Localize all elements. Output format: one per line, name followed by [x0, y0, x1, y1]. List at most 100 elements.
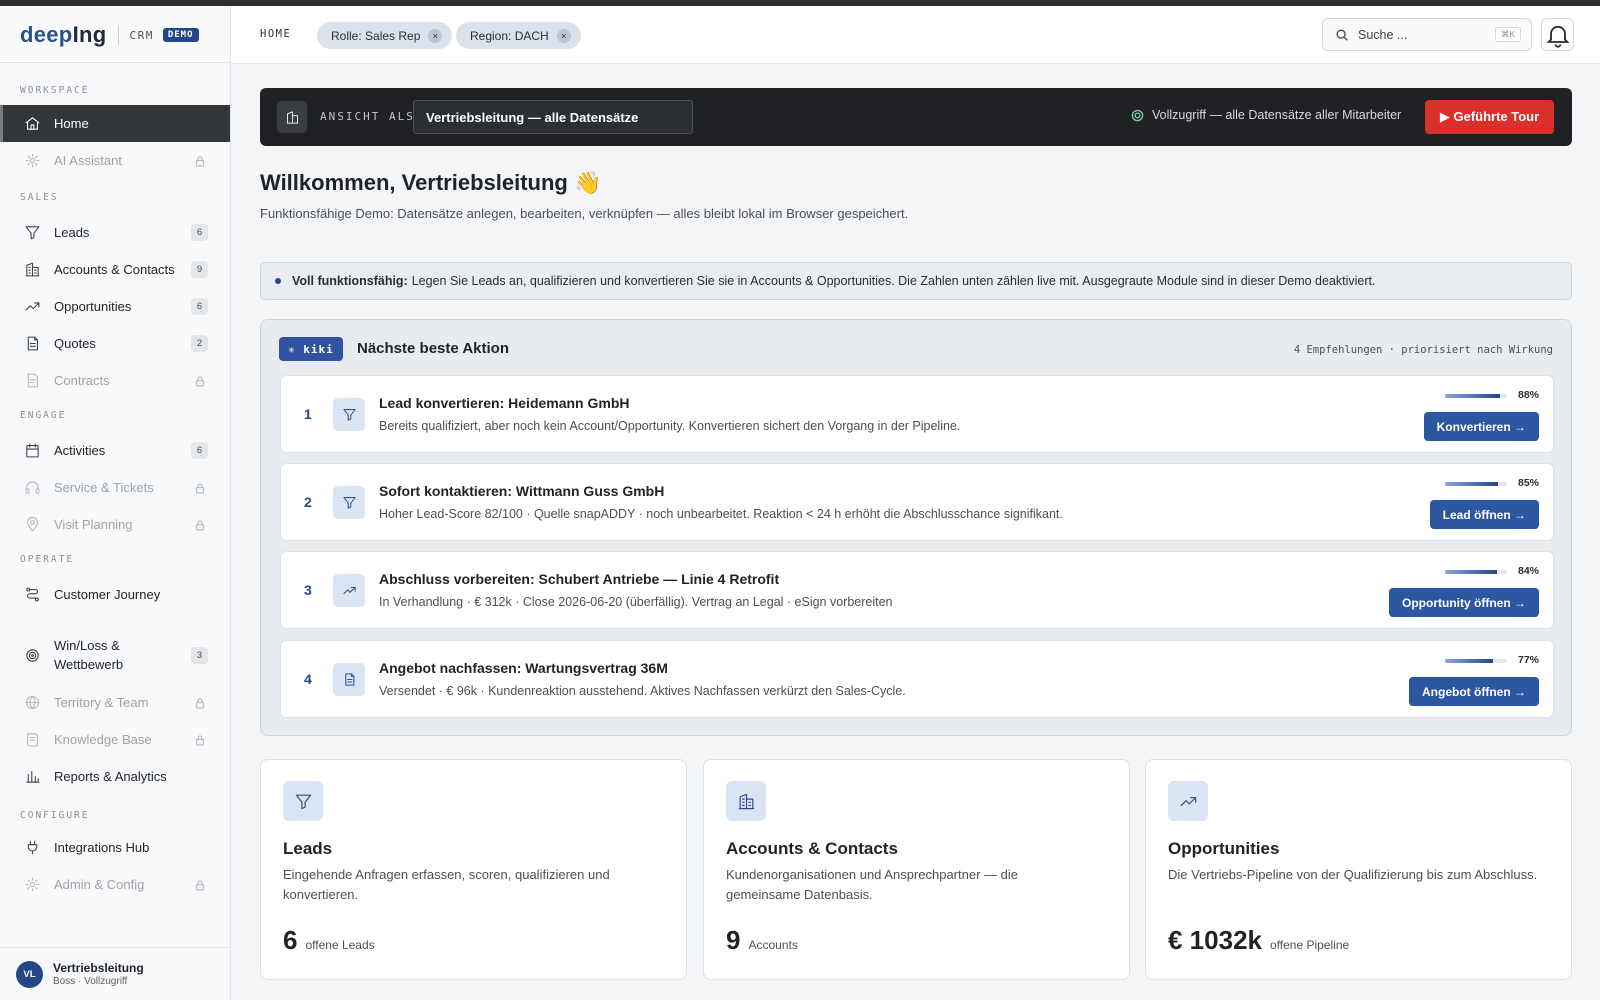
home-icon	[22, 114, 42, 134]
card-leads[interactable]: Leads Eingehende Anfragen erfassen, scor…	[260, 759, 687, 980]
card-metric: 9 Accounts	[726, 925, 798, 956]
panel-title: Nächste beste Aktion	[357, 340, 509, 357]
metric-value: 9	[726, 925, 741, 955]
access-status-text: Vollzugriff — alle Datensätze aller Mita…	[1152, 108, 1402, 122]
score-bar-fill	[1445, 394, 1500, 398]
card-metric: € 1032k offene Pipeline	[1168, 925, 1349, 956]
guided-tour-button[interactable]: ▶ Geführte Tour	[1425, 100, 1554, 134]
sidebar-item-label: Reports & Analytics	[54, 769, 167, 784]
sidebar-item-territory-team[interactable]: Territory & Team	[0, 684, 230, 721]
sidebar-item-reports-analytics[interactable]: Reports & Analytics	[0, 758, 230, 795]
trend-up-icon	[22, 297, 42, 317]
funnel-icon	[333, 398, 365, 431]
lock-icon	[195, 155, 205, 167]
recommendation-card: 3 Abschluss vorbereiten: Schubert Antrie…	[280, 551, 1554, 629]
sidebar-item-label: Accounts & Contacts	[54, 262, 175, 277]
calendar-icon	[22, 441, 42, 461]
plug-icon	[22, 838, 42, 858]
headset-icon	[22, 478, 42, 498]
open-lead-button[interactable]: Lead öffnen →	[1429, 500, 1539, 529]
rank-number: 4	[304, 671, 312, 687]
sidebar-item-accounts-contacts[interactable]: Accounts & Contacts 9	[0, 251, 230, 288]
sidebar-item-visit-planning[interactable]: Visit Planning	[0, 506, 230, 543]
filter-chip-role[interactable]: Rolle: Sales Rep ×	[317, 22, 453, 49]
sidebar-item-ai-assistant[interactable]: AI Assistant	[0, 142, 230, 179]
next-best-action-panel: ✳ kiki Nächste beste Aktion 4 Empfehlung…	[260, 319, 1572, 736]
brand[interactable]: deepIng CRM DEMO	[20, 20, 199, 50]
score-bar	[1445, 570, 1507, 574]
sidebar-item-contracts[interactable]: Contracts	[0, 362, 230, 399]
rank-number: 2	[304, 494, 312, 510]
metric-unit: offene Pipeline	[1269, 938, 1350, 952]
sidebar-item-activities[interactable]: Activities 6	[0, 432, 230, 469]
shortcut-hint: ⌘K	[1494, 27, 1521, 42]
card-accounts-contacts[interactable]: Accounts & Contacts Kundenorganisationen…	[703, 759, 1130, 980]
rank-number: 3	[304, 582, 312, 598]
recommendation-title: Lead konvertieren: Heidemann GmbH	[379, 395, 630, 411]
sidebar-item-label: Integrations Hub	[54, 840, 150, 855]
view-as-select[interactable]: Vertriebsleitung — alle Datensätze	[413, 100, 693, 134]
breadcrumb[interactable]: HOME	[260, 28, 291, 40]
sidebar-item-service-tickets[interactable]: Service & Tickets	[0, 469, 230, 506]
divider	[0, 62, 230, 63]
user-role: Boss · Vollzugriff	[53, 976, 128, 987]
metric-value: 6	[283, 925, 298, 955]
sparkle-icon	[22, 151, 42, 171]
close-icon[interactable]: ×	[556, 28, 571, 43]
score-bar-fill	[1445, 570, 1498, 574]
recommendation-desc: Bereits qualifiziert, aber noch kein Acc…	[379, 419, 961, 433]
search-box[interactable]: ⌘K	[1322, 18, 1532, 51]
filter-chip-region[interactable]: Region: DACH ×	[456, 22, 581, 49]
building-icon	[22, 260, 42, 280]
score-label: 88%	[1517, 389, 1539, 401]
open-opportunity-button[interactable]: Opportunity öffnen →	[1389, 588, 1539, 617]
score-bar	[1445, 394, 1507, 398]
sidebar-item-opportunities[interactable]: Opportunities 6	[0, 288, 230, 325]
sidebar-item-label: AI Assistant	[54, 153, 122, 168]
info-bold: Voll funktionsfähig:	[292, 274, 408, 288]
sidebar-item-home[interactable]: Home	[0, 105, 230, 142]
search-input[interactable]	[1358, 27, 1488, 42]
open-quote-button[interactable]: Angebot öffnen →	[1409, 677, 1539, 706]
count-badge: 6	[191, 224, 208, 241]
info-banner: Voll funktionsfähig: Legen Sie Leads an,…	[260, 262, 1572, 300]
funnel-icon	[22, 223, 42, 243]
notifications-button[interactable]	[1541, 18, 1574, 51]
card-title: Opportunities	[1168, 839, 1280, 858]
page-title: Willkommen, Vertriebsleitung 👋	[260, 170, 602, 195]
lock-icon	[195, 482, 205, 494]
sidebar-item-customer-journey[interactable]: Customer Journey	[0, 576, 230, 613]
sidebar-item-admin-config[interactable]: Admin & Config	[0, 866, 230, 903]
rank-number: 1	[304, 406, 312, 422]
lock-icon	[195, 697, 205, 709]
globe-icon	[22, 693, 42, 713]
sidebar-item-knowledge-base[interactable]: Knowledge Base	[0, 721, 230, 758]
sidebar-item-leads[interactable]: Leads 6	[0, 214, 230, 251]
sidebar-item-integrations-hub[interactable]: Integrations Hub	[0, 829, 230, 866]
sidebar-item-label: Visit Planning	[54, 517, 133, 532]
sidebar-item-quotes[interactable]: Quotes 2	[0, 325, 230, 362]
target-icon	[22, 645, 42, 665]
panel-meta: 4 Empfehlungen · priorisiert nach Wirkun…	[1293, 344, 1553, 356]
building-icon	[277, 101, 307, 133]
recommendation-title: Angebot nachfassen: Wartungsvertrag 36M	[379, 660, 668, 676]
bar-chart-icon	[22, 767, 42, 787]
close-icon[interactable]: ×	[428, 28, 443, 43]
sidebar-item-label: Admin & Config	[54, 877, 145, 892]
sidebar-item-label: Contracts	[54, 373, 110, 388]
sidebar-item-win-loss[interactable]: Win/Loss & Wettbewerb 3	[0, 631, 230, 679]
access-status: Vollzugriff — alle Datensätze aller Mita…	[1131, 108, 1401, 122]
convert-button[interactable]: Konvertieren →	[1423, 412, 1539, 441]
card-title: Leads	[283, 839, 333, 858]
sidebar-item-label: Leads	[54, 225, 90, 240]
user-profile[interactable]: VL Vertriebsleitung Boss · Vollzugriff	[0, 947, 230, 1000]
info-text: Legen Sie Leads an, qualifizieren und ko…	[411, 274, 1376, 288]
kiki-badge: ✳ kiki	[279, 337, 343, 361]
sidebar-item-label: Win/Loss & Wettbewerb	[54, 638, 124, 672]
score-label: 85%	[1517, 477, 1539, 489]
card-description: Die Vertriebs-Pipeline von der Qualifizi…	[1168, 867, 1538, 882]
search-icon	[1336, 28, 1348, 41]
card-opportunities[interactable]: Opportunities Die Vertriebs-Pipeline von…	[1145, 759, 1572, 980]
route-icon	[22, 585, 42, 605]
building-icon	[726, 781, 766, 821]
